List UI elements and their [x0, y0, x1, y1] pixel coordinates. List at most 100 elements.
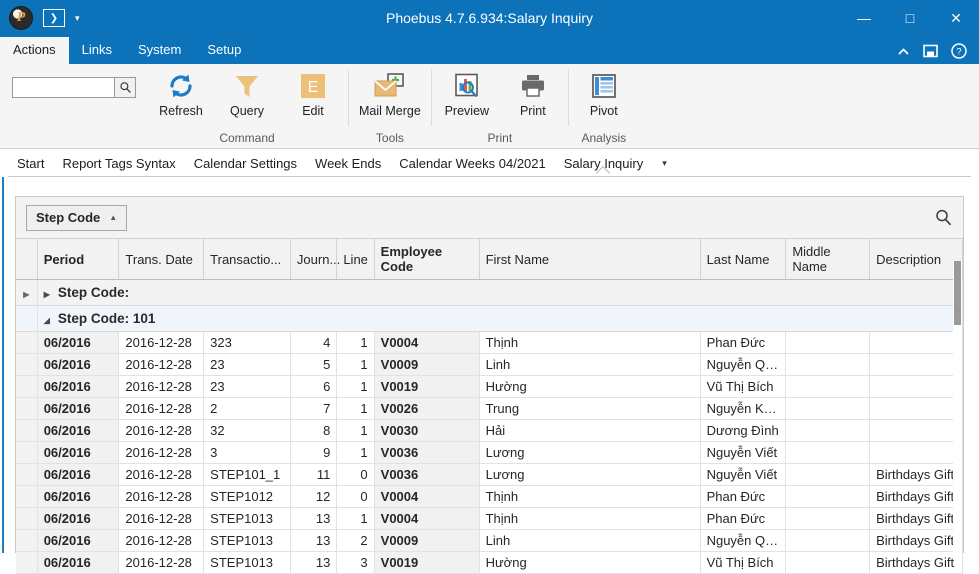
document-tabs-overflow-icon[interactable]: ▾	[652, 158, 677, 169]
search-button[interactable]	[114, 77, 136, 98]
cell-last-name[interactable]: Dương Đình	[700, 419, 787, 442]
table-row[interactable]: 06/2016 2016-12-28 STEP1013 13 3 V0019 H…	[16, 551, 963, 574]
cell-transaction[interactable]: STEP1013	[203, 507, 291, 530]
pivot-button[interactable]: Pivot	[571, 71, 637, 118]
cell-journal[interactable]: 9	[290, 441, 338, 464]
expand-collapse-icon[interactable]: ◢	[44, 316, 50, 325]
cell-transaction[interactable]: STEP1013	[203, 551, 291, 574]
cell-line[interactable]: 0	[336, 463, 375, 486]
cell-last-name[interactable]: Phan Đức	[700, 331, 787, 354]
cell-journal[interactable]: 4	[290, 331, 338, 354]
cell-first-name[interactable]: Hải	[479, 419, 701, 442]
window-mode-icon[interactable]	[923, 44, 938, 58]
column-header-first-name[interactable]: First Name	[479, 239, 701, 280]
cell-description[interactable]: Birthdays Gift	[869, 463, 963, 486]
ribbon-collapse-icon[interactable]	[897, 45, 910, 58]
print-button[interactable]: Print	[500, 71, 566, 118]
help-icon[interactable]: ?	[951, 43, 967, 59]
cell-last-name[interactable]: Nguyễn Viết	[700, 441, 787, 464]
close-button[interactable]: ✕	[933, 0, 979, 36]
cell-first-name[interactable]: Trung	[479, 397, 701, 420]
cell-transaction[interactable]: 3	[203, 441, 291, 464]
cell-first-name[interactable]: Linh	[479, 529, 701, 552]
cell-line[interactable]: 0	[336, 485, 375, 508]
cell-transaction[interactable]: STEP1012	[203, 485, 291, 508]
document-tab-report-tags-syntax[interactable]: Report Tags Syntax	[53, 150, 184, 177]
column-header-employee-code[interactable]: Employee Code	[374, 239, 480, 280]
cell-description[interactable]	[869, 441, 963, 464]
group-row-expanded[interactable]: ◢ Step Code: 101	[16, 305, 964, 332]
minimize-button[interactable]: —	[841, 0, 887, 36]
ribbon-tab-actions[interactable]: Actions	[0, 37, 69, 64]
cell-last-name[interactable]: Nguyễn Qu...	[700, 529, 787, 552]
cell-transaction[interactable]: 32	[203, 419, 291, 442]
cell-description[interactable]	[869, 397, 963, 420]
cell-journal[interactable]: 6	[290, 375, 338, 398]
cell-journal[interactable]: 7	[290, 397, 338, 420]
table-row[interactable]: 06/2016 2016-12-28 23 5 1 V0009 Linh Ngu…	[16, 353, 963, 376]
cell-journal[interactable]: 8	[290, 419, 338, 442]
cell-middle-name[interactable]	[785, 485, 871, 508]
quick-access-run-button[interactable]: ❯	[43, 9, 65, 27]
document-tab-week-ends[interactable]: Week Ends	[306, 150, 390, 177]
cell-transaction[interactable]: 23	[203, 375, 291, 398]
cell-middle-name[interactable]	[785, 331, 871, 354]
cell-description[interactable]: Birthdays Gift	[869, 485, 963, 508]
cell-first-name[interactable]: Thịnh	[479, 485, 701, 508]
cell-line[interactable]: 2	[336, 529, 375, 552]
cell-last-name[interactable]: Vũ Thị Bích	[700, 551, 787, 574]
cell-middle-name[interactable]	[785, 529, 871, 552]
ribbon-tab-links[interactable]: Links	[69, 37, 125, 64]
expand-collapse-icon[interactable]: ▶	[44, 290, 50, 299]
grid-search-icon[interactable]	[934, 208, 953, 227]
cell-middle-name[interactable]	[785, 419, 871, 442]
document-tab-calendar-settings[interactable]: Calendar Settings	[185, 150, 306, 177]
cell-transaction[interactable]: STEP1013	[203, 529, 291, 552]
table-row[interactable]: 06/2016 2016-12-28 323 4 1 V0004 Thịnh P…	[16, 331, 963, 354]
document-tab-start[interactable]: Start	[8, 150, 53, 177]
cell-description[interactable]: Birthdays Gift	[869, 529, 963, 552]
cell-trans-date[interactable]: 2016-12-28	[118, 419, 205, 442]
group-row-cell[interactable]: ▶ Step Code:	[37, 279, 964, 306]
cell-journal[interactable]: 13	[290, 529, 338, 552]
document-tab-calendar-weeks[interactable]: Calendar Weeks 04/2021	[390, 150, 554, 177]
cell-first-name[interactable]: Hường	[479, 551, 701, 574]
cell-line[interactable]: 1	[336, 397, 375, 420]
cell-middle-name[interactable]	[785, 507, 871, 530]
column-header-last-name[interactable]: Last Name	[700, 239, 787, 280]
cell-last-name[interactable]: Phan Đức	[700, 485, 787, 508]
column-header-transaction[interactable]: Transactio...	[203, 239, 291, 280]
table-row[interactable]: 06/2016 2016-12-28 2 7 1 V0026 Trung Ngu…	[16, 397, 963, 420]
cell-first-name[interactable]: Linh	[479, 353, 701, 376]
cell-last-name[interactable]: Nguyễn Qu...	[700, 353, 787, 376]
cell-middle-name[interactable]	[785, 397, 871, 420]
cell-description[interactable]	[869, 331, 963, 354]
group-chip-step-code[interactable]: Step Code ▲	[26, 204, 128, 231]
vertical-scrollbar-thumb[interactable]	[954, 261, 961, 325]
cell-transaction[interactable]: 2	[203, 397, 291, 420]
cell-description[interactable]	[869, 353, 963, 376]
edit-button[interactable]: E Edit	[280, 71, 346, 118]
cell-journal[interactable]: 11	[290, 463, 338, 486]
column-header-line[interactable]: Line	[336, 239, 375, 280]
cell-line[interactable]: 3	[336, 551, 375, 574]
vertical-scrollbar[interactable]	[953, 261, 962, 552]
cell-description[interactable]: Birthdays Gift	[869, 507, 963, 530]
cell-trans-date[interactable]: 2016-12-28	[118, 441, 205, 464]
cell-description[interactable]	[869, 419, 963, 442]
table-row[interactable]: 06/2016 2016-12-28 STEP101_1 11 0 V0036 …	[16, 463, 963, 486]
column-header-journal[interactable]: Journ...	[290, 239, 340, 280]
group-row-collapsed[interactable]: ▶ ▶ Step Code:	[16, 279, 964, 306]
cell-first-name[interactable]: Thịnh	[479, 331, 701, 354]
mail-merge-button[interactable]: Mail Merge	[351, 71, 429, 118]
cell-first-name[interactable]: Hường	[479, 375, 701, 398]
cell-last-name[interactable]: Nguyễn Kiên	[700, 397, 787, 420]
ribbon-tab-system[interactable]: System	[125, 37, 194, 64]
cell-description[interactable]: Birthdays Gift	[869, 551, 963, 574]
table-row[interactable]: 06/2016 2016-12-28 STEP1013 13 2 V0009 L…	[16, 529, 963, 552]
cell-first-name[interactable]: Lương	[479, 463, 701, 486]
cell-transaction[interactable]: STEP101_1	[203, 463, 291, 486]
table-row[interactable]: 06/2016 2016-12-28 23 6 1 V0019 Hường Vũ…	[16, 375, 963, 398]
cell-last-name[interactable]: Phan Đức	[700, 507, 787, 530]
cell-journal[interactable]: 12	[290, 485, 338, 508]
